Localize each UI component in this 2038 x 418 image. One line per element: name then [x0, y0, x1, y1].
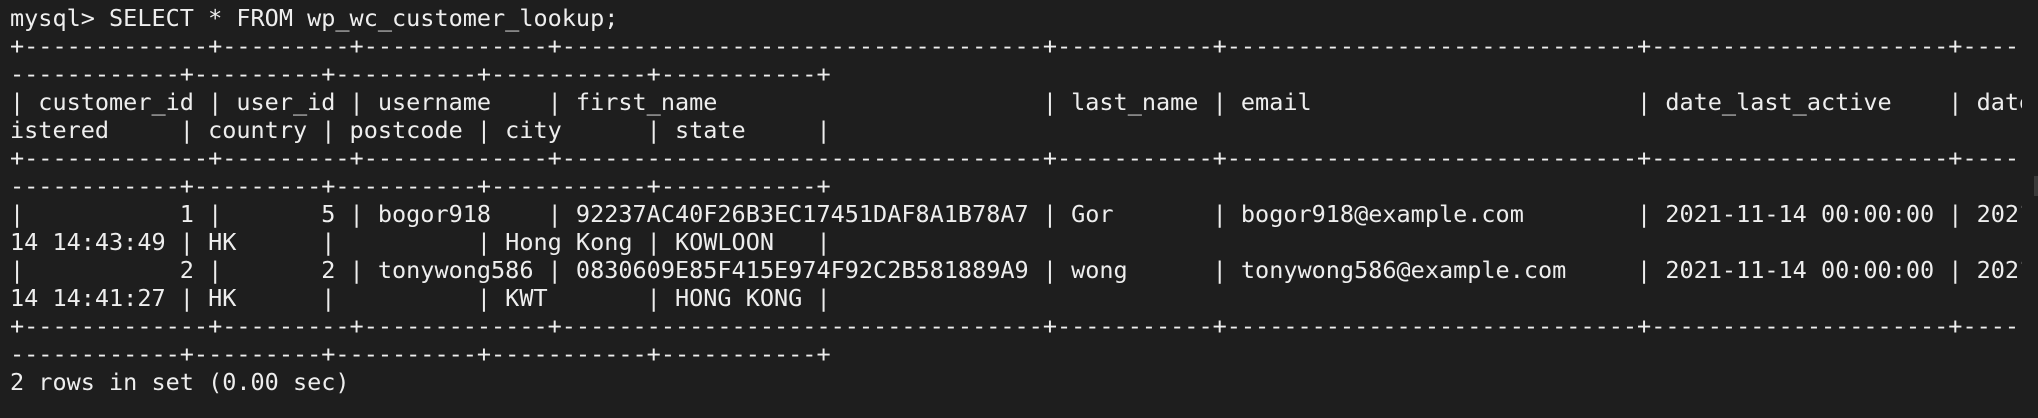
table-header: istered | country | postcode | city | st… [10, 116, 831, 144]
table-row: | 1 | 5 | bogor918 | 92237AC40F26B3EC174… [10, 200, 2022, 228]
table-header: | customer_id | user_id | username | fir… [10, 88, 2022, 116]
table-border: +-------------+---------+-------------+-… [10, 312, 2022, 340]
table-border: ------------+---------+----------+------… [10, 340, 831, 368]
scrollbar-thumb[interactable] [2034, 176, 2038, 196]
table-border: +-------------+---------+-------------+-… [10, 144, 2022, 172]
table-row: 14 14:41:27 | HK | | KWT | HONG KONG | [10, 284, 831, 312]
table-row: 14 14:43:49 | HK | | Hong Kong | KOWLOON… [10, 228, 831, 256]
table-border: ------------+---------+----------+------… [10, 172, 831, 200]
command-line: mysql> SELECT * FROM wp_wc_customer_look… [10, 4, 619, 32]
result-summary: 2 rows in set (0.00 sec) [10, 368, 350, 396]
table-row: | 2 | 2 | tonywong586 | 0830609E85F415E9… [10, 256, 2022, 284]
terminal-window: { "terminal": { "lines": [ "mysql> SELEC… [0, 0, 2038, 418]
table-border: ------------+---------+----------+------… [10, 60, 831, 88]
terminal-output: mysql> SELECT * FROM wp_wc_customer_look… [10, 4, 2022, 414]
table-border: +-------------+---------+-------------+-… [10, 32, 2022, 60]
